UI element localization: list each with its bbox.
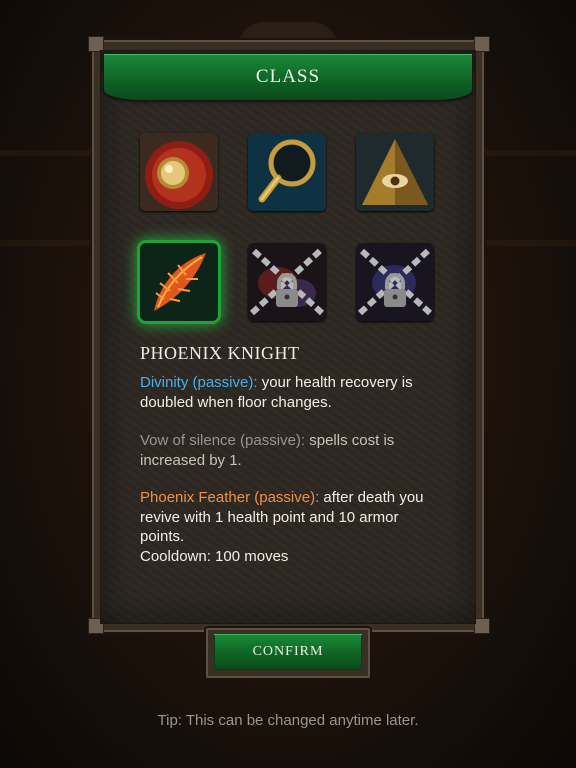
class-slot-shield[interactable]: [140, 133, 218, 211]
class-slot-locked-2[interactable]: [356, 243, 434, 321]
confirm-label: CONFIRM: [252, 644, 324, 659]
frame-corner: [474, 618, 490, 634]
ability-keyword: Vow of silence (passive):: [140, 432, 306, 449]
class-slot-phoenix-knight[interactable]: [140, 243, 218, 321]
ability-keyword: Phoenix Feather (passive):: [140, 489, 320, 506]
ability-description: Phoenix Feather (passive): after death y…: [140, 488, 440, 566]
ability-description: Divinity (passive): your health recovery…: [140, 373, 440, 412]
tip-text: Tip: This can be changed anytime later.: [157, 712, 419, 729]
phoenix-feather-icon: [140, 243, 218, 321]
frame-corner: [474, 36, 490, 52]
padlock-chain-icon: [248, 243, 326, 321]
selected-class-name: PHOENIX KNIGHT: [140, 343, 300, 363]
class-slot-magnifier[interactable]: [248, 133, 326, 211]
class-slot-pyramid[interactable]: [356, 133, 434, 211]
pyramid-eye-icon: [356, 133, 434, 211]
confirm-button[interactable]: CONFIRM: [214, 634, 362, 670]
panel-header: CLASS: [104, 54, 472, 100]
ability-description: Vow of silence (passive): spells cost is…: [140, 431, 440, 470]
class-slot-locked-1[interactable]: [248, 243, 326, 321]
magnifying-glass-icon: [248, 133, 326, 211]
shield-icon: [140, 133, 218, 211]
cooldown-text: Cooldown: 100 moves: [140, 547, 289, 565]
panel-title: CLASS: [255, 66, 321, 87]
ability-keyword: Divinity (passive):: [140, 374, 258, 391]
padlock-chain-icon: [356, 243, 434, 321]
